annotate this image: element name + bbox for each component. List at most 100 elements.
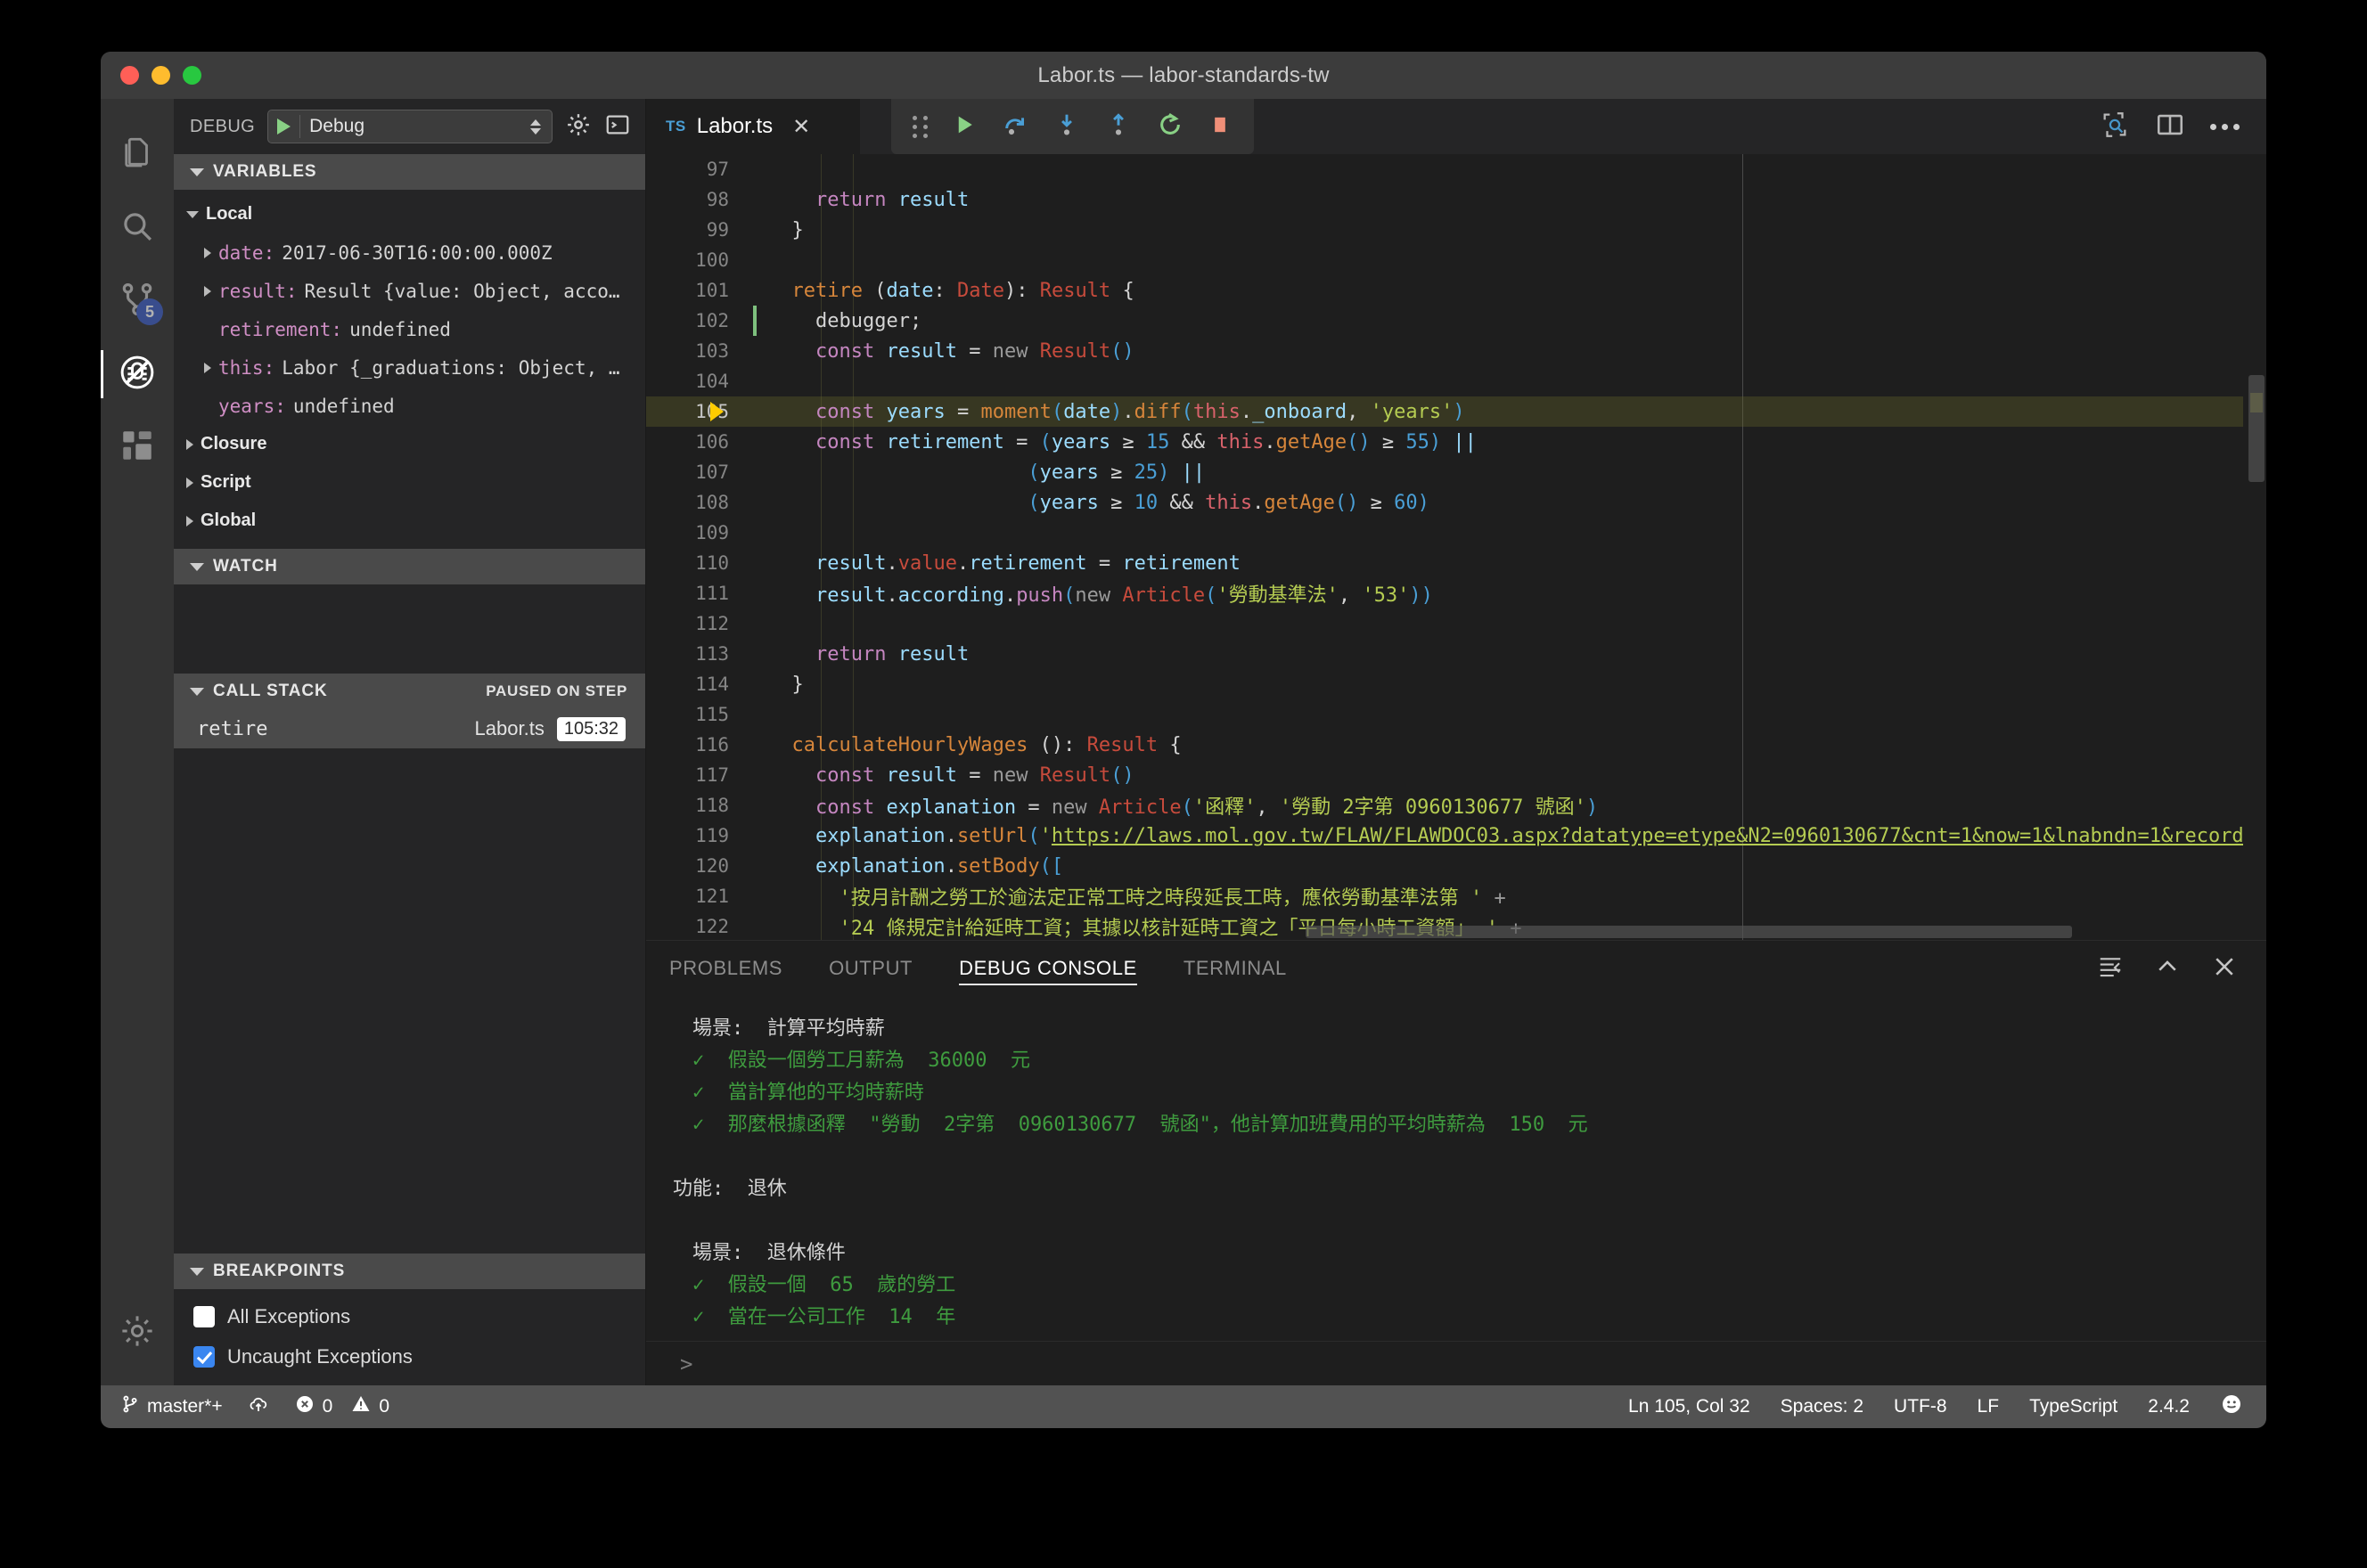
code-line[interactable]: 121 '按月計酬之勞工於逾法定正常工時之時段延長工時，應依勞動基準法第 ' + xyxy=(646,881,2266,911)
code-line[interactable]: 119 explanation.setUrl('https://laws.mol… xyxy=(646,821,2266,851)
code-line[interactable]: 117 const result = new Result() xyxy=(646,760,2266,790)
status-language-mode[interactable]: TypeScript xyxy=(2029,1396,2117,1417)
code-line[interactable]: 101 retire (date: Date): Result { xyxy=(646,275,2266,306)
code-line[interactable]: 109 xyxy=(646,518,2266,548)
step-over-button[interactable] xyxy=(1001,110,1029,143)
status-problems[interactable]: 0 0 xyxy=(294,1393,389,1420)
source-control-badge: 5 xyxy=(136,298,163,325)
smiley-icon[interactable] xyxy=(2220,1392,2243,1421)
code-line[interactable]: 110 result.value.retirement = retirement xyxy=(646,548,2266,578)
sidebar-item-search[interactable] xyxy=(101,192,174,265)
code-line[interactable]: 106 const retirement = (years ≥ 15 && th… xyxy=(646,427,2266,457)
variable-row[interactable]: retirement: undefined xyxy=(174,310,645,348)
more-actions-icon[interactable] xyxy=(2210,124,2240,130)
code-editor[interactable]: 9798 return result99 }100101 retire (dat… xyxy=(646,154,2266,940)
callstack-row[interactable]: retire Labor.ts 105:32 xyxy=(174,709,645,748)
variable-row[interactable]: years: undefined xyxy=(174,387,645,425)
restart-button[interactable] xyxy=(1156,110,1184,143)
code-line[interactable]: 113 return result xyxy=(646,639,2266,669)
breakpoint-row[interactable]: Uncaught Exceptions xyxy=(174,1336,645,1376)
sidebar-item-explorer[interactable] xyxy=(101,118,174,192)
code-line[interactable]: 98 return result xyxy=(646,184,2266,215)
code-line[interactable]: 112 xyxy=(646,608,2266,639)
code-line[interactable]: 108 (years ≥ 10 && this.getAge() ≥ 60) xyxy=(646,487,2266,518)
status-typescript-version[interactable]: 2.4.2 xyxy=(2148,1396,2190,1417)
code-line[interactable]: 97 xyxy=(646,154,2266,184)
chevron-right-icon[interactable] xyxy=(204,363,211,373)
close-panel-icon[interactable] xyxy=(2211,953,2238,984)
code-line[interactable]: 104 xyxy=(646,366,2266,396)
chevron-updown-icon[interactable] xyxy=(530,119,541,135)
chevron-right-icon[interactable] xyxy=(204,248,211,258)
sidebar-item-extensions[interactable] xyxy=(101,411,174,484)
debug-console-input[interactable]: > xyxy=(646,1341,2266,1385)
tab-terminal[interactable]: TERMINAL xyxy=(1184,941,1287,996)
variables-section-header[interactable]: VARIABLES xyxy=(174,154,645,190)
code-line[interactable]: 99 } xyxy=(646,215,2266,245)
sidebar-item-source-control[interactable]: 5 xyxy=(101,265,174,338)
code-line[interactable]: 103 const result = new Result() xyxy=(646,336,2266,366)
status-indentation[interactable]: Spaces: 2 xyxy=(1781,1396,1863,1417)
debug-settings-button[interactable] xyxy=(565,111,592,143)
breakpoint-checkbox[interactable] xyxy=(193,1346,215,1368)
manage-settings-button[interactable] xyxy=(101,1296,174,1369)
scope-script[interactable]: Script xyxy=(174,463,645,502)
code-line-current[interactable]: 105 const years = moment(date).diff(this… xyxy=(646,396,2266,427)
step-out-button[interactable] xyxy=(1104,110,1133,143)
variable-row[interactable]: this: Labor {_graduations: Object, … xyxy=(174,348,645,387)
callstack-section-header[interactable]: CALL STACK PAUSED ON STEP xyxy=(174,674,645,709)
debug-configuration-select[interactable]: Debug xyxy=(267,110,553,143)
code-text: explanation.setUrl('https://laws.mol.gov… xyxy=(749,825,2266,847)
step-into-button[interactable] xyxy=(1052,110,1081,143)
code-line[interactable]: 116 calculateHourlyWages (): Result { xyxy=(646,730,2266,760)
code-line[interactable]: 111 result.according.push(new Article('勞… xyxy=(646,578,2266,608)
clear-console-icon[interactable] xyxy=(2097,953,2124,984)
breakpoint-row[interactable]: All Exceptions xyxy=(174,1296,645,1336)
code-line[interactable]: 107 (years ≥ 25) || xyxy=(646,457,2266,487)
code-text: const result = new Result() xyxy=(749,340,2266,363)
code-text: const retirement = (years ≥ 15 && this.g… xyxy=(749,431,2266,453)
open-debug-console-button[interactable] xyxy=(604,111,631,143)
tab-labor-ts[interactable]: TS Labor.ts ✕ xyxy=(646,99,860,154)
variable-row[interactable]: date: 2017-06-30T16:00:00.000Z xyxy=(174,233,645,272)
callstack-file: Labor.ts xyxy=(475,717,545,740)
status-encoding[interactable]: UTF-8 xyxy=(1894,1396,1947,1417)
tab-debug-console[interactable]: DEBUG CONSOLE xyxy=(959,941,1137,996)
status-branch[interactable]: master*+ xyxy=(120,1394,223,1419)
code-line[interactable]: 100 xyxy=(646,245,2266,275)
minimap[interactable] xyxy=(2243,154,2266,940)
maximize-panel-icon[interactable] xyxy=(2154,953,2181,984)
scope-local[interactable]: Local xyxy=(174,195,645,233)
stop-button[interactable] xyxy=(1208,112,1233,142)
code-text: result.according.push(new Article('勞動基準法… xyxy=(749,579,2266,608)
variable-value: Labor {_graduations: Object, … xyxy=(282,357,619,379)
editor-vertical-scrollbar[interactable] xyxy=(2248,375,2265,482)
close-icon[interactable]: ✕ xyxy=(792,114,810,140)
status-eol[interactable]: LF xyxy=(1978,1396,2000,1417)
continue-button[interactable] xyxy=(951,111,978,143)
editor-horizontal-scrollbar[interactable] xyxy=(1306,926,2072,938)
scope-closure[interactable]: Closure xyxy=(174,425,645,463)
breakpoint-checkbox[interactable] xyxy=(193,1306,215,1327)
sidebar-item-debug[interactable] xyxy=(101,338,174,411)
breakpoints-section-header[interactable]: BREAKPOINTS xyxy=(174,1254,645,1289)
tab-problems[interactable]: PROBLEMS xyxy=(669,941,782,996)
variable-row[interactable]: result: Result {value: Object, acco… xyxy=(174,272,645,310)
scope-label: Closure xyxy=(201,434,266,454)
find-in-file-icon[interactable] xyxy=(2100,110,2130,144)
scope-global[interactable]: Global xyxy=(174,502,645,540)
code-line[interactable]: 114 } xyxy=(646,669,2266,699)
split-editor-icon[interactable] xyxy=(2155,110,2185,144)
watch-section-header[interactable]: WATCH xyxy=(174,549,645,584)
code-line[interactable]: 115 xyxy=(646,699,2266,730)
grip-icon[interactable] xyxy=(913,116,928,138)
status-sync[interactable] xyxy=(246,1393,271,1420)
play-icon[interactable] xyxy=(277,118,291,135)
code-line[interactable]: 120 explanation.setBody([ xyxy=(646,851,2266,881)
tab-output[interactable]: OUTPUT xyxy=(829,941,913,996)
line-number: 116 xyxy=(646,734,749,755)
code-line[interactable]: 118 const explanation = new Article('函釋'… xyxy=(646,790,2266,821)
status-cursor-position[interactable]: Ln 105, Col 32 xyxy=(1628,1396,1750,1417)
chevron-right-icon[interactable] xyxy=(204,286,211,297)
code-line[interactable]: 102 debugger; xyxy=(646,306,2266,336)
